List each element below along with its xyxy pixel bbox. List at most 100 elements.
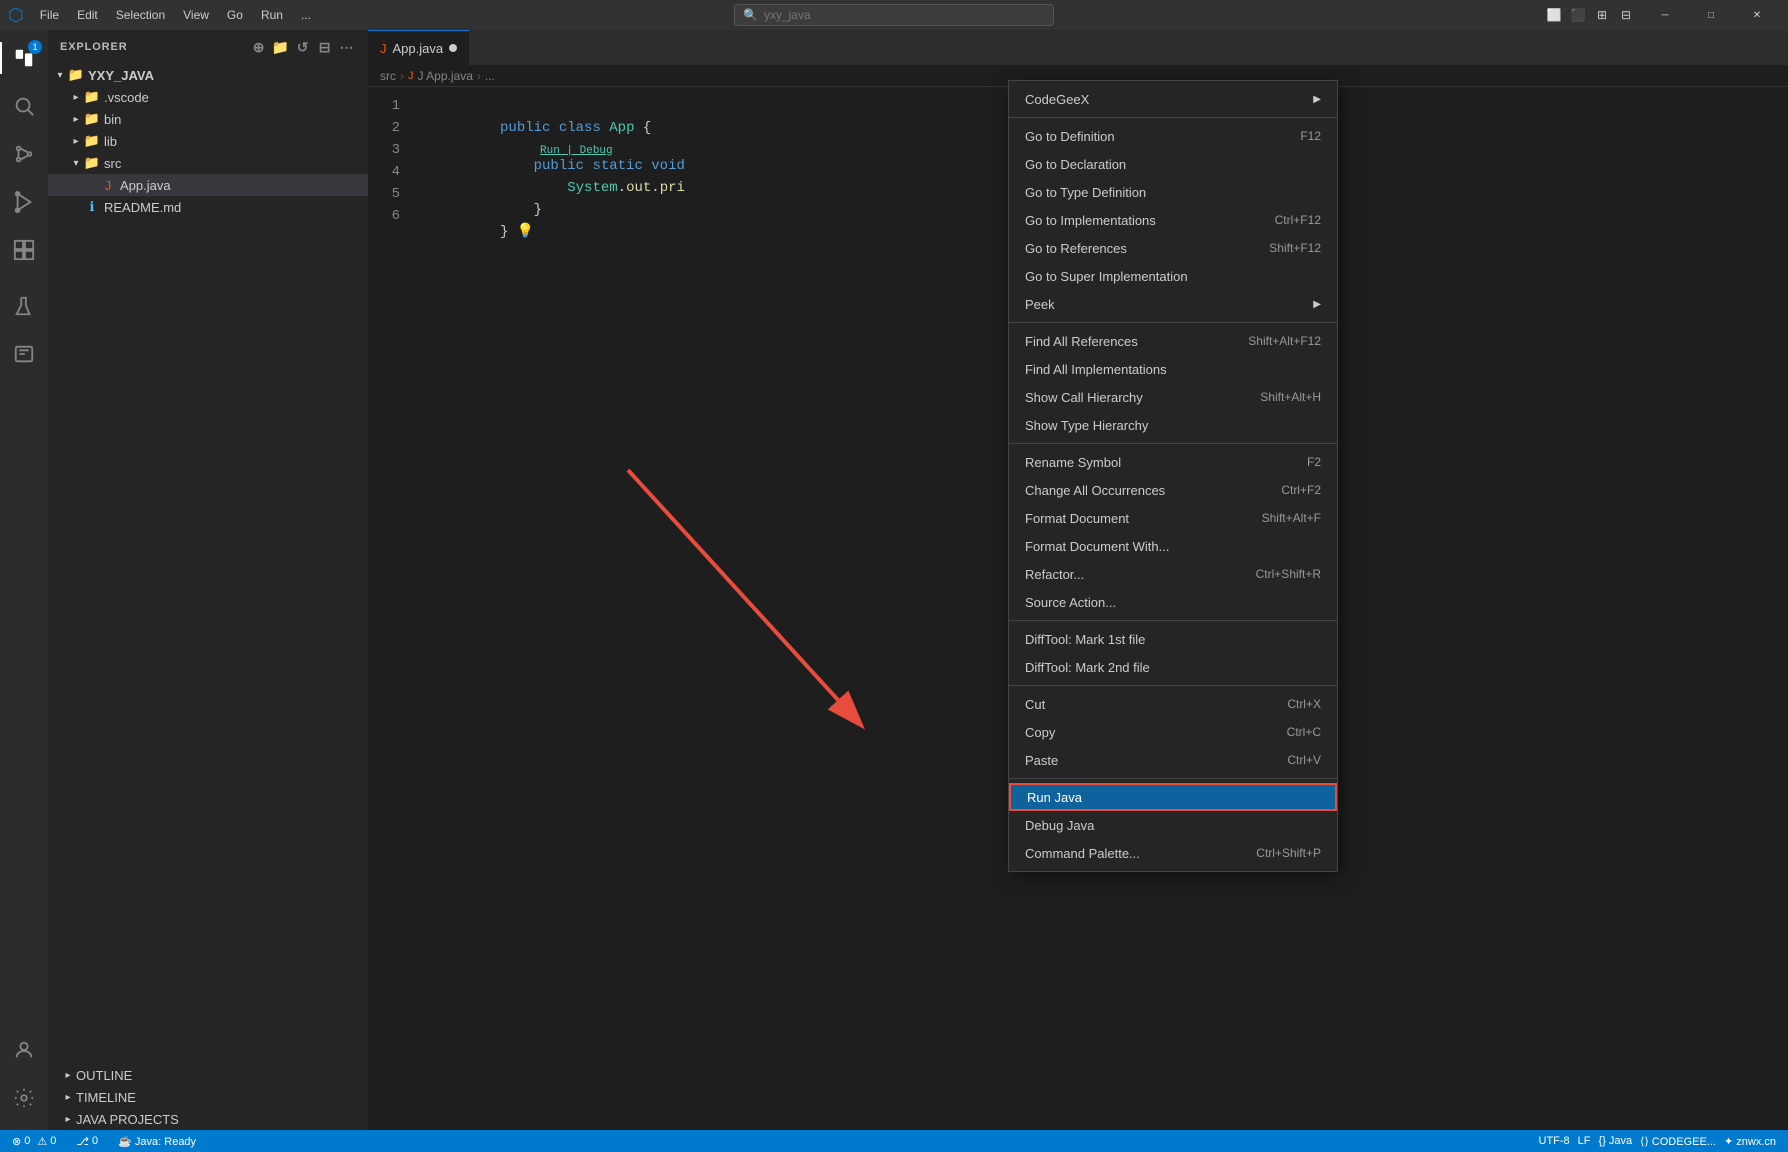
breadcrumb-src[interactable]: src (380, 69, 396, 83)
window-controls: ─ □ ✕ (1642, 0, 1780, 30)
menu-goto-definition[interactable]: Go to Definition F12 (1009, 122, 1337, 150)
new-folder-btn[interactable]: 📁 (272, 38, 290, 56)
activity-flask[interactable] (0, 282, 48, 330)
status-git[interactable]: ⎇ 0 (72, 1130, 102, 1152)
titlebar: ⬡ File Edit Selection View Go Run ... 🔍 … (0, 0, 1788, 30)
breadcrumb-sep: › (400, 69, 404, 83)
search-input[interactable] (764, 8, 1004, 22)
menu-peek[interactable]: Peek ▶ (1009, 290, 1337, 318)
status-encoding[interactable]: UTF-8 (1535, 1135, 1574, 1147)
menu-change-all-occurrences[interactable]: Change All Occurrences Ctrl+F2 (1009, 476, 1337, 504)
menu-view[interactable]: View (175, 6, 217, 24)
menu-item-label: Refactor... (1025, 567, 1256, 582)
menu-debug-java[interactable]: Debug Java (1009, 811, 1337, 839)
menu-cut[interactable]: Cut Ctrl+X (1009, 690, 1337, 718)
menu-format-document-with[interactable]: Format Document With... (1009, 532, 1337, 560)
search-icon: 🔍 (743, 8, 758, 22)
breadcrumb-file[interactable]: J App.java (418, 69, 473, 83)
activity-extensions[interactable] (0, 226, 48, 274)
activity-source-control[interactable] (0, 130, 48, 178)
menu-file[interactable]: File (32, 6, 67, 24)
maximize-btn[interactable]: □ (1688, 0, 1734, 30)
line-numbers: 1 2 3 4 5 6 (368, 95, 408, 1122)
menu-goto-implementations[interactable]: Go to Implementations Ctrl+F12 (1009, 206, 1337, 234)
breadcrumb-more[interactable]: ... (485, 69, 495, 83)
chevron-right-icon: ▸ (60, 1067, 76, 1083)
activity-account[interactable] (0, 1026, 48, 1074)
sidebar-java-projects[interactable]: ▸ JAVA PROJECTS (48, 1108, 368, 1130)
menu-find-all-references[interactable]: Find All References Shift+Alt+F12 (1009, 327, 1337, 355)
menu-format-document[interactable]: Format Document Shift+Alt+F (1009, 504, 1337, 532)
shortcut-label: F2 (1307, 455, 1321, 469)
line-number: 5 (376, 183, 400, 205)
menu-copy[interactable]: Copy Ctrl+C (1009, 718, 1337, 746)
status-language[interactable]: {} Java (1595, 1135, 1637, 1147)
menu-show-call-hierarchy[interactable]: Show Call Hierarchy Shift+Alt+H (1009, 383, 1337, 411)
tree-vscode[interactable]: ▸ 📁 .vscode (48, 86, 368, 108)
new-file-btn[interactable]: ⊕ (250, 38, 268, 56)
line-ending-label: LF (1578, 1135, 1591, 1147)
menu-goto-super-implementation[interactable]: Go to Super Implementation (1009, 262, 1337, 290)
title-search[interactable]: 🔍 (734, 4, 1054, 26)
tab-appjava[interactable]: J App.java (368, 30, 469, 65)
refresh-btn[interactable]: ↺ (294, 38, 312, 56)
more-actions-btn[interactable]: ⋯ (338, 38, 356, 56)
context-menu: CodeGeeX ▶ Go to Definition F12 Go to De… (1008, 80, 1338, 872)
tree-project-root[interactable]: ▾ 📁 YXY_JAVA (48, 64, 368, 86)
menu-command-palette[interactable]: Command Palette... Ctrl+Shift+P (1009, 839, 1337, 867)
status-line-ending[interactable]: LF (1574, 1135, 1595, 1147)
encoding-label: UTF-8 (1539, 1135, 1570, 1147)
layout-btn4[interactable]: ⊟ (1618, 7, 1634, 23)
tree-readme[interactable]: ▸ ℹ README.md (48, 196, 368, 218)
tree-bin[interactable]: ▸ 📁 bin (48, 108, 368, 130)
chevron-right-icon: ▸ (60, 1111, 76, 1127)
activity-settings[interactable] (0, 1074, 48, 1122)
activity-search[interactable] (0, 82, 48, 130)
menu-selection[interactable]: Selection (108, 6, 173, 24)
menu-codegee[interactable]: CodeGeeX ▶ (1009, 85, 1337, 113)
menu-show-type-hierarchy[interactable]: Show Type Hierarchy (1009, 411, 1337, 439)
menu-more[interactable]: ... (293, 6, 319, 24)
menu-refactor[interactable]: Refactor... Ctrl+Shift+R (1009, 560, 1337, 588)
menu-paste[interactable]: Paste Ctrl+V (1009, 746, 1337, 774)
menu-goto-type-definition[interactable]: Go to Type Definition (1009, 178, 1337, 206)
menu-source-action[interactable]: Source Action... (1009, 588, 1337, 616)
menu-item-label: Change All Occurrences (1025, 483, 1281, 498)
menu-item-label: Show Type Hierarchy (1025, 418, 1321, 433)
minimize-btn[interactable]: ─ (1642, 0, 1688, 30)
menu-rename-symbol[interactable]: Rename Symbol F2 (1009, 448, 1337, 476)
status-errors[interactable]: ⊗ 0 ⚠ 0 (8, 1130, 60, 1152)
menu-edit[interactable]: Edit (69, 6, 106, 24)
layout-btn2[interactable]: ⬛ (1570, 7, 1586, 23)
menu-item-label: Command Palette... (1025, 846, 1256, 861)
tree-appjava[interactable]: ▸ J App.java (48, 174, 368, 196)
menu-run-java[interactable]: Run Java (1009, 783, 1337, 811)
chevron-right-icon: ▸ (60, 1089, 76, 1105)
menu-difftool-1st[interactable]: DiffTool: Mark 1st file (1009, 625, 1337, 653)
menu-find-all-implementations[interactable]: Find All Implementations (1009, 355, 1337, 383)
status-right: UTF-8 LF {} Java ⟨⟩ CODEGEE... ✦ znwx.cn (1535, 1135, 1781, 1148)
menu-item-label: Peek (1025, 297, 1313, 312)
menu-run[interactable]: Run (253, 6, 291, 24)
watermark-label: ✦ znwx.cn (1724, 1135, 1776, 1148)
layout-btn3[interactable]: ⊞ (1594, 7, 1610, 23)
line-number: 4 (376, 161, 400, 183)
tree-lib[interactable]: ▸ 📁 lib (48, 130, 368, 152)
tree-src[interactable]: ▾ 📁 src (48, 152, 368, 174)
sidebar-outline[interactable]: ▸ OUTLINE (48, 1064, 368, 1086)
status-codegee[interactable]: ⟨⟩ CODEGEE... (1636, 1135, 1720, 1148)
menu-difftool-2nd[interactable]: DiffTool: Mark 2nd file (1009, 653, 1337, 681)
activity-run-debug[interactable] (0, 178, 48, 226)
close-btn[interactable]: ✕ (1734, 0, 1780, 30)
menu-goto-declaration[interactable]: Go to Declaration (1009, 150, 1337, 178)
status-java-ready[interactable]: ☕ Java: Ready (114, 1130, 200, 1152)
sidebar-timeline[interactable]: ▸ TIMELINE (48, 1086, 368, 1108)
activity-explorer[interactable]: 1 (0, 34, 48, 82)
outline-label: OUTLINE (76, 1068, 132, 1083)
menu-go[interactable]: Go (219, 6, 251, 24)
activity-codegee[interactable] (0, 330, 48, 378)
menu-goto-references[interactable]: Go to References Shift+F12 (1009, 234, 1337, 262)
folder-icon: 📁 (84, 111, 100, 127)
collapse-btn[interactable]: ⊟ (316, 38, 334, 56)
layout-btn[interactable]: ⬜ (1546, 7, 1562, 23)
